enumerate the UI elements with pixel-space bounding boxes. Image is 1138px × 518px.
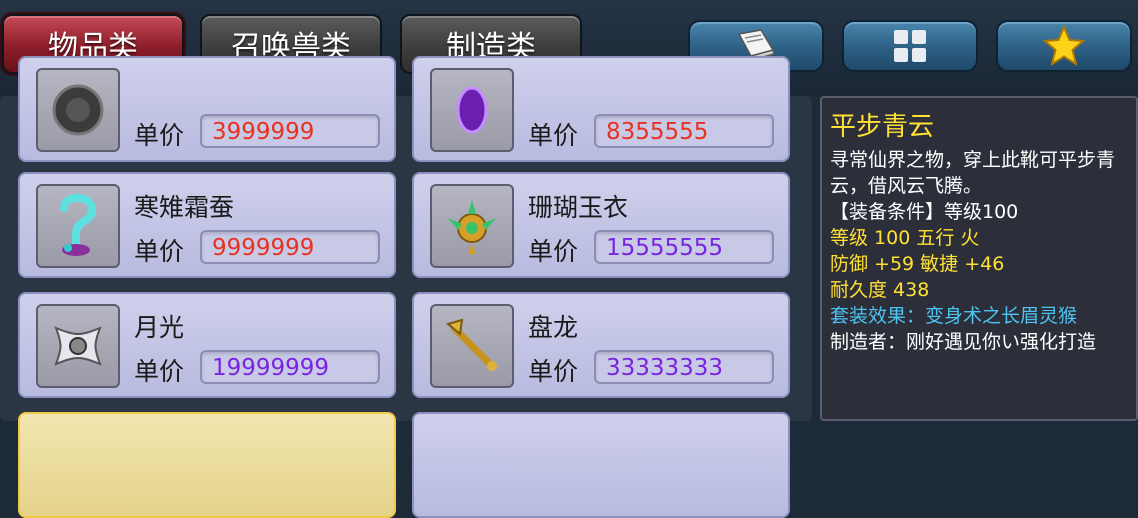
price-label: 单价 — [528, 237, 579, 266]
price-value: 3999999 — [200, 114, 380, 148]
purple-gem-icon — [456, 86, 488, 134]
item-card[interactable]: 月光 单价 19999999 — [18, 292, 396, 398]
silkworm-icon — [60, 193, 97, 256]
grid-button[interactable] — [842, 20, 978, 72]
price-value: 33333333 — [594, 350, 774, 384]
detail-level-element: 等级 100 五行 火 — [830, 227, 980, 249]
price-value: 15555555 — [594, 230, 774, 264]
grid-icon — [894, 30, 926, 62]
price-value: 8355555 — [594, 114, 774, 148]
item-name: 珊瑚玉衣 — [528, 193, 629, 222]
item-list-panel[interactable]: 单价 3999999 单价 8355555 寒雉霜蚕 单价 9999999 珊瑚… — [0, 56, 812, 518]
item-card[interactable]: 珊瑚玉衣 单价 15555555 — [412, 172, 790, 278]
price-value: 9999999 — [200, 230, 380, 264]
item-icon-box — [36, 184, 120, 268]
price-value: 19999999 — [200, 350, 380, 384]
price-label: 单价 — [134, 237, 185, 266]
detail-description: 寻常仙界之物，穿上此靴可平步青云，借风云飞腾。 — [830, 149, 1116, 197]
item-card[interactable] — [412, 412, 790, 518]
item-name: 寒雉霜蚕 — [134, 193, 235, 222]
price-label: 单价 — [528, 357, 579, 386]
item-icon-box — [36, 304, 120, 388]
item-card[interactable]: 单价 3999999 — [18, 56, 396, 162]
favorite-button[interactable] — [996, 20, 1132, 72]
detail-durability: 耐久度 438 — [830, 279, 930, 301]
coral-armor-icon — [448, 200, 496, 254]
item-card[interactable] — [18, 412, 396, 518]
item-icon-box — [430, 68, 514, 152]
item-name: 月光 — [134, 313, 185, 342]
price-label: 单价 — [528, 121, 579, 150]
item-detail-panel: 平步青云 寻常仙界之物，穿上此靴可平步青云，借风云飞腾。 【装备条件】等级100… — [820, 96, 1138, 421]
item-card[interactable]: 单价 8355555 — [412, 56, 790, 162]
item-card[interactable]: 盘龙 单价 33333333 — [412, 292, 790, 398]
star-icon — [1042, 25, 1086, 67]
item-card[interactable]: 寒雉霜蚕 单价 9999999 — [18, 172, 396, 278]
item-icon-box — [36, 68, 120, 152]
item-icon-box — [430, 304, 514, 388]
price-label: 单价 — [134, 357, 185, 386]
coin-icon — [52, 84, 104, 136]
item-icon-box — [430, 184, 514, 268]
dragon-staff-icon — [445, 318, 497, 371]
price-label: 单价 — [134, 121, 185, 150]
detail-title: 平步青云 — [830, 112, 935, 142]
detail-requirement: 【装备条件】等级100 — [830, 201, 1019, 223]
detail-set-effect: 套装效果：变身术之长眉灵猴 — [830, 305, 1078, 327]
detail-maker: 制造者：刚好遇见你い强化打造 — [830, 331, 1097, 353]
moon-blade-icon — [54, 326, 102, 366]
detail-stats: 防御 +59 敏捷 +46 — [830, 253, 1005, 275]
item-name: 盘龙 — [528, 313, 579, 342]
